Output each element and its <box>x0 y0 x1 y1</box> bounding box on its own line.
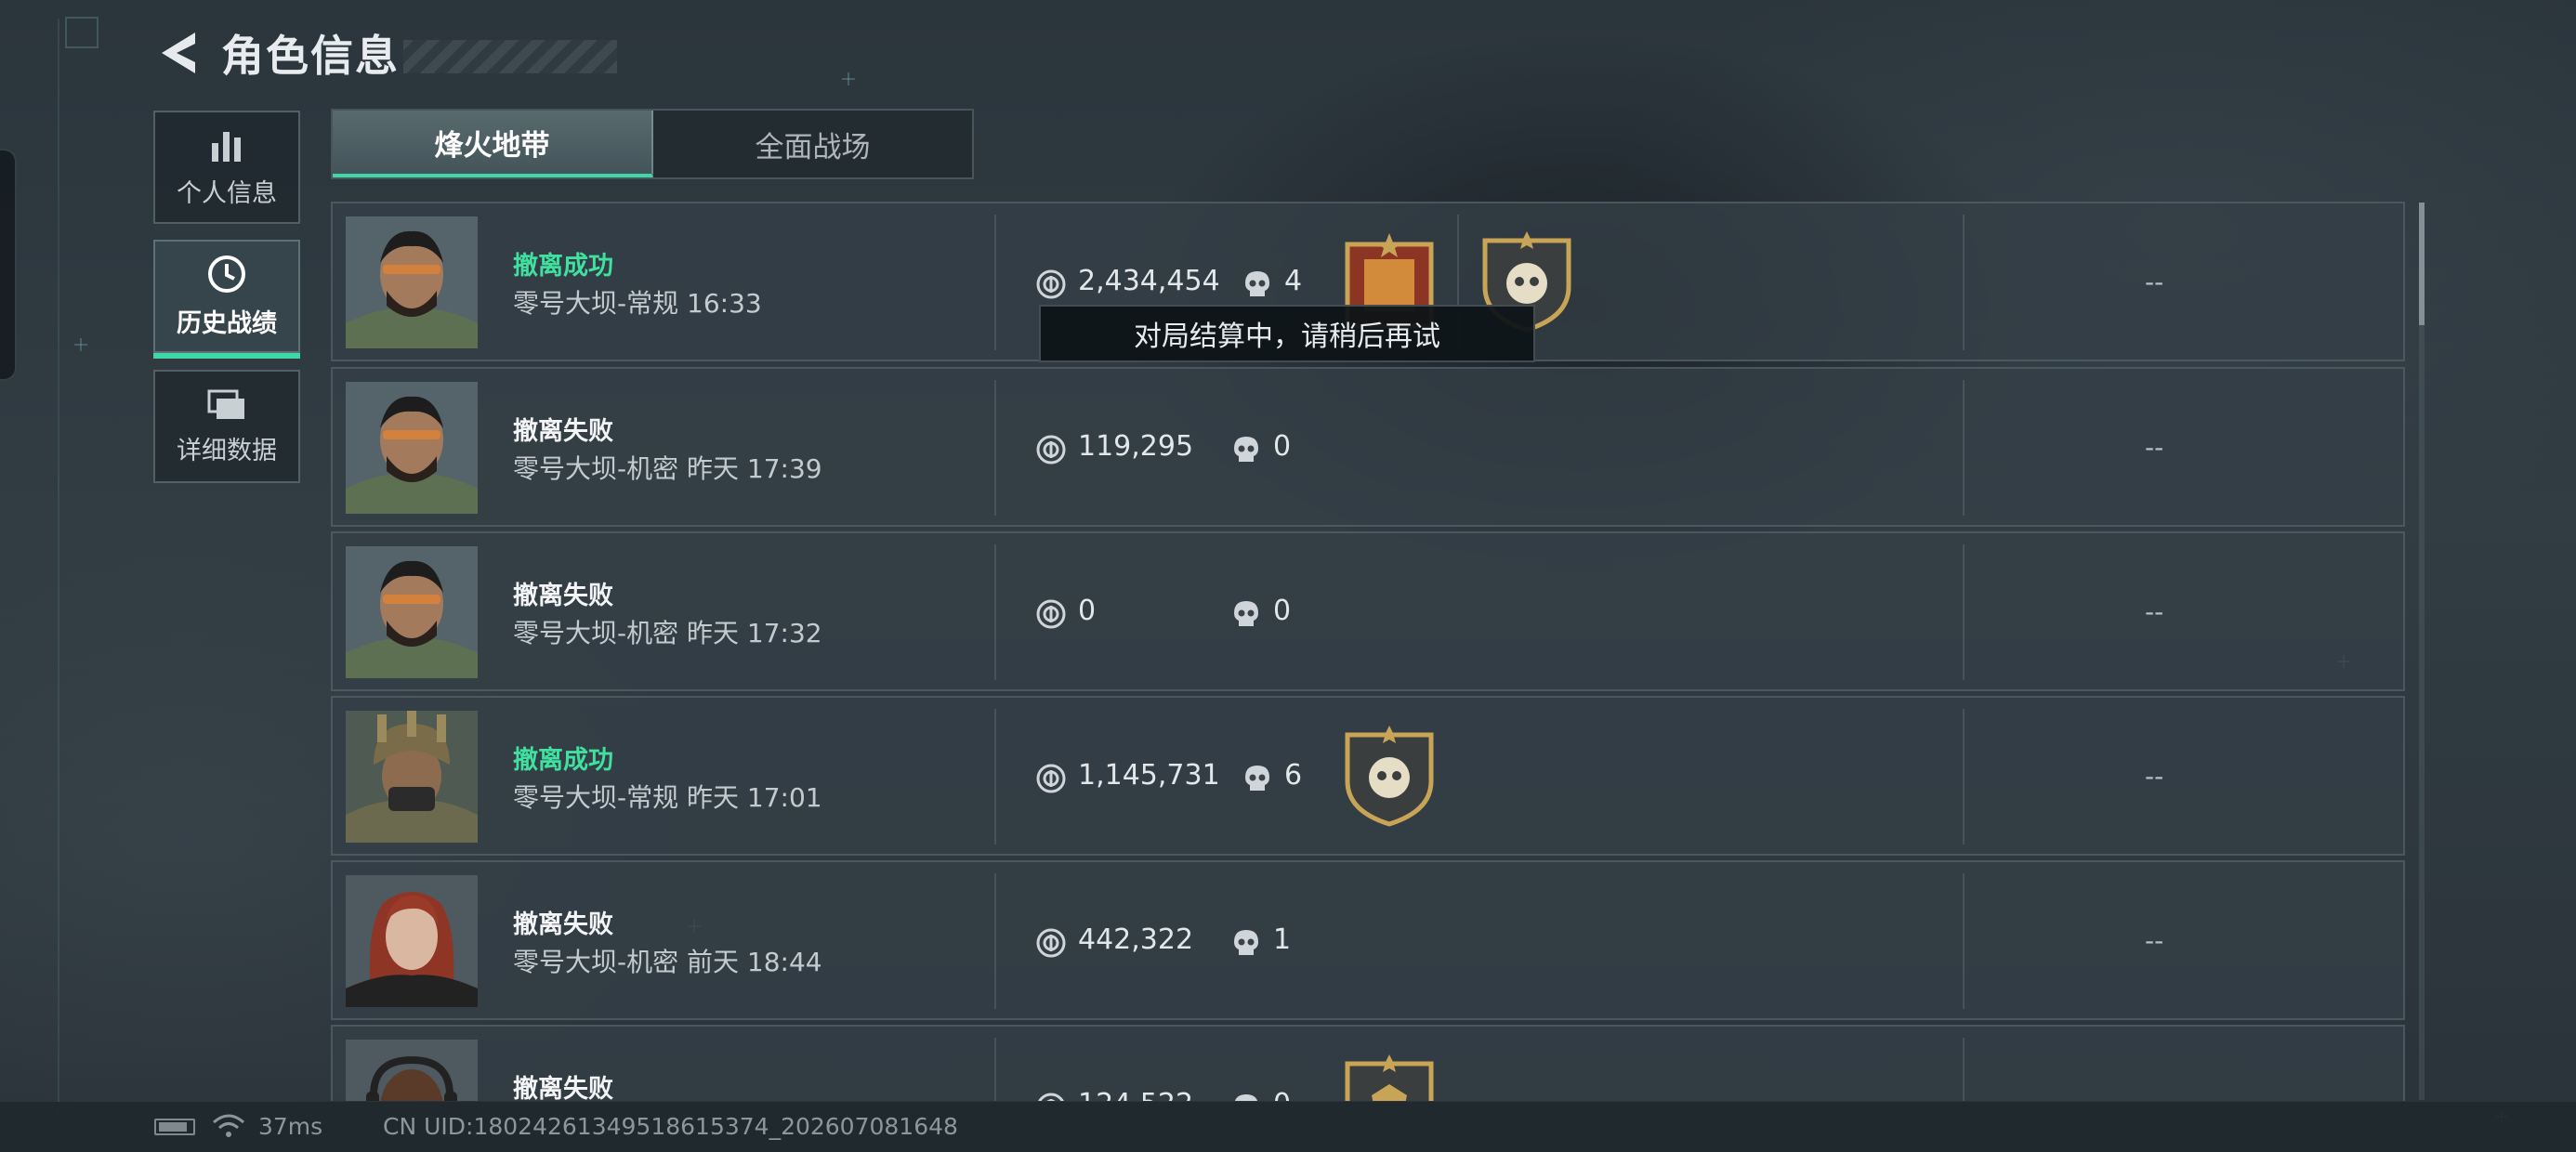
currency-coin-icon <box>1036 599 1066 629</box>
currency-coin-icon <box>1036 928 1066 958</box>
skull-icon <box>1234 1094 1258 1101</box>
back-button[interactable] <box>156 25 201 81</box>
settlement-tooltip: 对局结算中，请稍后再试 <box>1039 305 1535 362</box>
match-result: 撤离失败 <box>513 582 613 610</box>
match-map-time: 零号大坝-常规 16:33 <box>513 288 762 319</box>
mode-tabs: 烽火地带 全面战场 <box>331 109 974 179</box>
clock-icon <box>208 255 245 293</box>
extra-info: -- <box>2145 596 2164 627</box>
loot-value: 2,434,454 <box>1078 265 1220 297</box>
match-result: 撤离成功 <box>513 746 613 775</box>
skull-icon <box>1234 437 1258 462</box>
loot-value: 124,522 <box>1078 1088 1193 1101</box>
sidebar-item-match-history[interactable]: 历史战绩 <box>153 240 300 359</box>
sidebar-item-personal-info[interactable]: 个人信息 <box>153 111 300 224</box>
operator-portrait <box>346 1040 478 1101</box>
match-result: 撤离失败 <box>513 910 613 939</box>
title-decoration <box>403 40 617 73</box>
row-divider <box>994 215 996 350</box>
operator-portrait <box>346 382 478 514</box>
kill-count: 6 <box>1284 759 1303 792</box>
skull-icon <box>1234 930 1258 955</box>
currency-coin-icon <box>1038 1093 1064 1101</box>
kill-count: 0 <box>1273 430 1292 463</box>
shield-badge-icon <box>1345 1054 1434 1101</box>
tab-hazard-zone[interactable]: 烽火地带 <box>333 111 653 177</box>
currency-coin-icon <box>1036 269 1066 299</box>
row-divider <box>994 709 996 844</box>
page-title: 角色信息 <box>221 31 400 81</box>
kill-count: 4 <box>1284 265 1303 297</box>
row-divider <box>1963 380 1965 516</box>
row-divider <box>1963 1038 1965 1101</box>
match-result: 撤离失败 <box>513 417 613 446</box>
skull-shield-badge-icon <box>1345 726 1434 827</box>
grid-cross <box>74 338 87 351</box>
ping-text: 37ms <box>258 1113 323 1140</box>
page-header: 角色信息 <box>156 20 617 85</box>
loot-value: 0 <box>1078 595 1097 627</box>
row-divider <box>994 544 996 680</box>
match-map-time: 零号大坝-机密 昨天 17:32 <box>513 618 822 648</box>
list-scrollbar[interactable] <box>2419 203 2425 1100</box>
list-scrollbar-thumb[interactable] <box>2419 203 2425 325</box>
row-divider <box>1963 709 1965 844</box>
currency-coin-icon <box>1036 435 1066 465</box>
sidebar-item-label: 详细数据 <box>177 436 277 465</box>
skull-icon <box>1245 766 1269 791</box>
operator-portrait <box>346 546 478 678</box>
tab-all-out-war[interactable]: 全面战场 <box>653 111 972 177</box>
match-result: 撤离失败 <box>513 1075 613 1101</box>
loot-value: 442,322 <box>1078 923 1194 956</box>
grid-cross <box>842 72 855 85</box>
sidebar-item-label: 个人信息 <box>177 178 277 208</box>
status-footer: 37ms CN UID:18024261349518615374_2026070… <box>0 1102 2576 1152</box>
row-divider <box>1963 544 1965 680</box>
row-divider <box>994 1038 996 1101</box>
match-record-row[interactable]: 撤离失败 124,522 0 <box>331 1025 2405 1101</box>
wifi-icon <box>213 1114 244 1137</box>
extra-info: -- <box>2145 267 2164 297</box>
operator-portrait <box>346 711 478 843</box>
match-map-time: 零号大坝-常规 昨天 17:01 <box>513 782 822 813</box>
row-divider <box>1963 215 1965 350</box>
match-record-row[interactable]: 撤离失败 零号大坝-机密 昨天 17:32 0 0 -- <box>331 531 2405 691</box>
kill-count: 1 <box>1273 923 1292 956</box>
kill-count: 0 <box>1273 595 1292 627</box>
skull-icon <box>1245 271 1269 296</box>
kill-count: 0 <box>1273 1088 1291 1101</box>
match-record-row[interactable]: 撤离成功 零号大坝-常规 昨天 17:01 1,145,731 6 -- <box>331 696 2405 856</box>
extra-info: -- <box>2145 432 2164 463</box>
extra-info: -- <box>2145 761 2164 792</box>
decorative-corner <box>65 17 99 48</box>
match-record-row[interactable]: 撤离失败 零号大坝-机密 昨天 17:39 119,295 0 -- <box>331 367 2405 527</box>
row-divider <box>994 380 996 516</box>
match-result: 撤离成功 <box>513 252 613 281</box>
back-arrow-icon <box>162 33 195 73</box>
match-map-time: 零号大坝-机密 昨天 17:39 <box>513 453 822 484</box>
match-record-row[interactable]: 撤离失败 零号大坝-机密 前天 18:44 442,322 1 -- <box>331 860 2405 1020</box>
battery-icon <box>154 1119 195 1135</box>
folder-icon <box>207 389 244 419</box>
uid-text: CN UID:18024261349518615374_202607081648 <box>383 1113 958 1140</box>
sidebar-item-detailed-data[interactable]: 详细数据 <box>153 370 300 483</box>
side-panel-handle[interactable] <box>0 149 17 381</box>
loot-value: 1,145,731 <box>1078 759 1220 792</box>
operator-portrait <box>346 216 478 348</box>
decorative-rail <box>58 19 59 1115</box>
currency-coin-icon <box>1036 764 1066 793</box>
sidebar-item-label: 历史战绩 <box>177 308 277 338</box>
operator-portrait <box>346 875 478 1007</box>
skull-icon <box>1234 601 1258 626</box>
row-divider <box>1963 873 1965 1009</box>
match-map-time: 零号大坝-机密 前天 18:44 <box>513 947 822 977</box>
row-divider <box>994 873 996 1009</box>
extra-info: -- <box>2145 925 2164 956</box>
loot-value: 119,295 <box>1078 430 1194 463</box>
bar-chart-icon <box>212 131 241 162</box>
